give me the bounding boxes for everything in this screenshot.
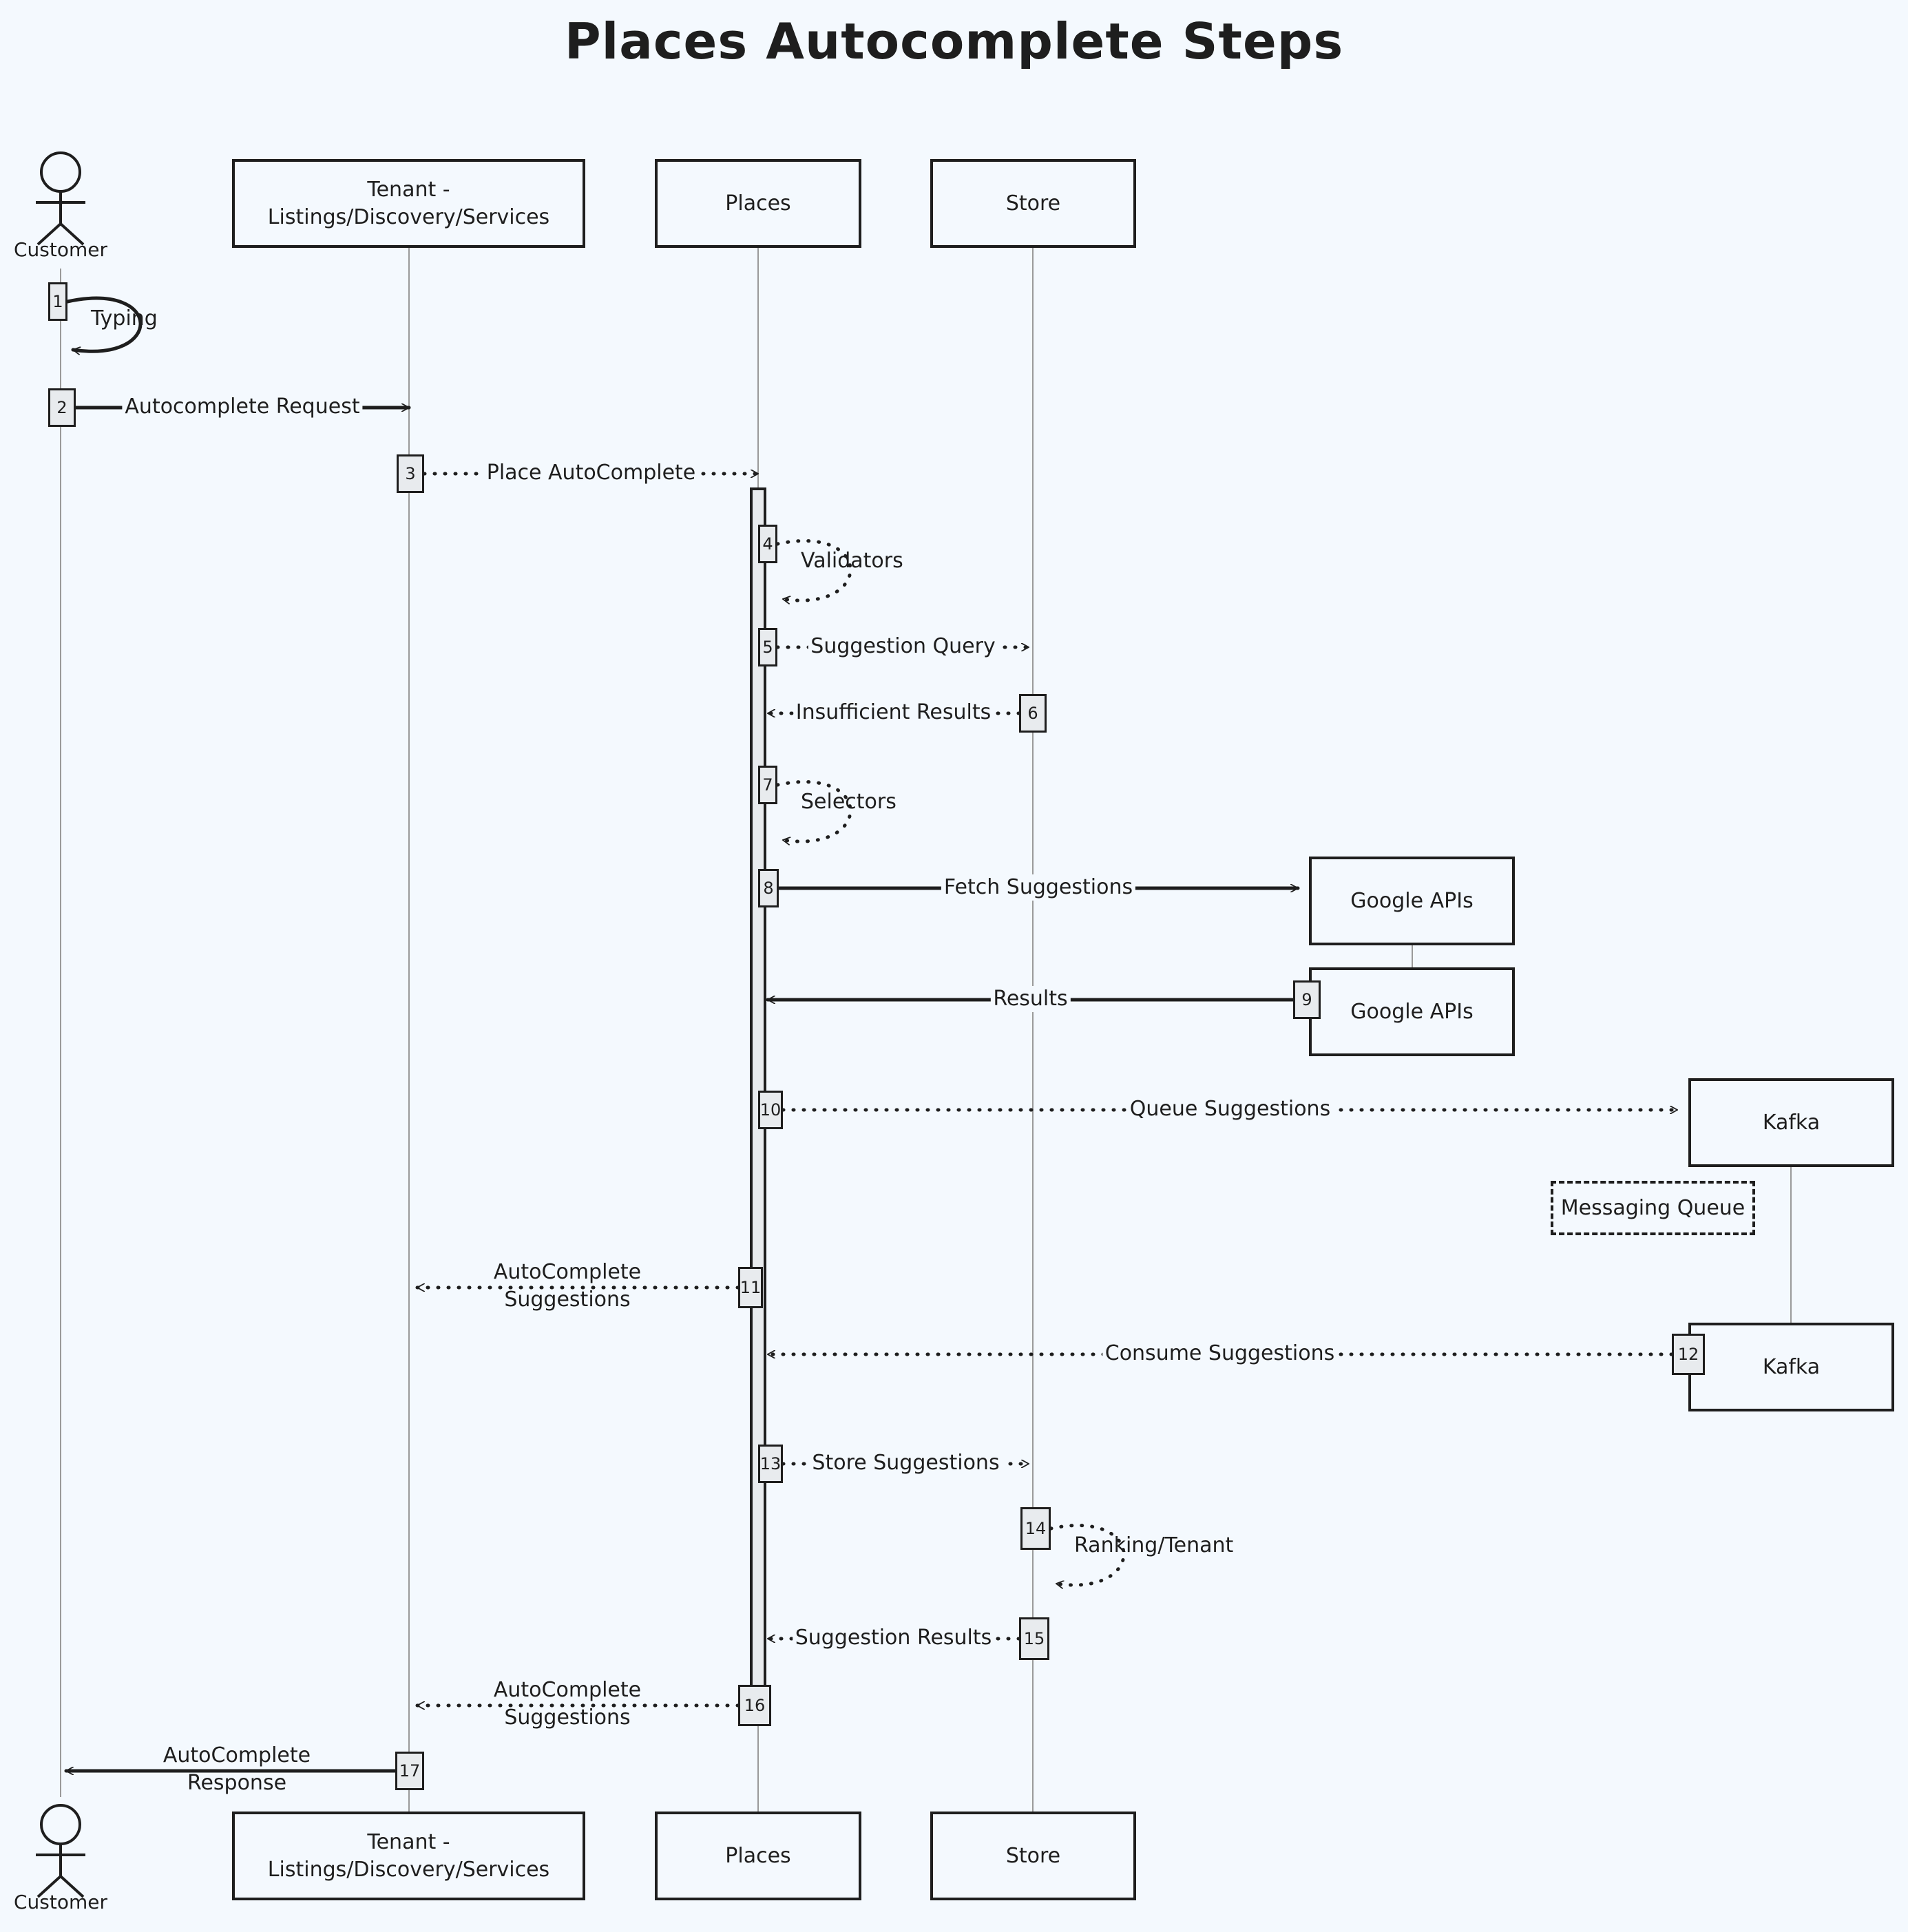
step-number-12: 12 — [1672, 1334, 1705, 1375]
message-label-6: Insufficient Results — [793, 700, 994, 726]
step-number-7: 7 — [758, 766, 777, 804]
participant-tenant-bottom: Tenant - Listings/Discovery/Services — [232, 1812, 585, 1900]
step-number-14: 14 — [1020, 1507, 1051, 1550]
note-label: Messaging Queue — [1560, 1195, 1745, 1220]
message-label-13: Store Suggestions — [809, 1450, 1003, 1476]
participant-google-label: Google APIs — [1350, 888, 1474, 913]
step-number-16: 16 — [738, 1685, 771, 1726]
actor-customer-label-top: Customer — [13, 238, 107, 261]
step-number-1: 1 — [48, 282, 67, 321]
participant-kafka-create: Kafka — [1688, 1078, 1894, 1167]
participant-store-top: Store — [930, 159, 1136, 248]
participant-google-label-2: Google APIs — [1350, 999, 1474, 1024]
customer-actor-icon-top — [36, 151, 85, 246]
step-number-10: 10 — [758, 1091, 783, 1129]
participant-store-bottom: Store — [930, 1812, 1136, 1900]
participant-tenant-label: Tenant - Listings/Discovery/Services — [267, 177, 550, 229]
participant-places-label-bottom: Places — [725, 1843, 791, 1868]
message-label-17: AutoComplete Response — [163, 1743, 311, 1795]
message-label-4: Validators — [801, 549, 903, 573]
message-label-10: Queue Suggestions — [1126, 1096, 1334, 1122]
message-label-16: AutoComplete Suggestions — [493, 1678, 642, 1730]
step-number-13: 13 — [758, 1445, 783, 1483]
step-number-8: 8 — [758, 869, 779, 907]
step-number-5: 5 — [758, 628, 777, 666]
message-label-3: Place AutoComplete — [483, 460, 699, 486]
message-label-11: AutoComplete Suggestions — [493, 1260, 642, 1312]
message-label-5: Suggestion Query — [808, 633, 998, 660]
step-number-4: 4 — [758, 525, 777, 563]
participant-places-top: Places — [655, 159, 861, 248]
participant-tenant-label-bottom: Tenant - Listings/Discovery/Services — [267, 1829, 550, 1882]
lifelines — [60, 248, 1792, 1812]
message-label-2: Autocomplete Request — [122, 394, 363, 420]
actor-customer-label-bottom: Customer — [13, 1891, 107, 1913]
participant-google-create: Google APIs — [1309, 857, 1515, 945]
step-number-9: 9 — [1293, 980, 1321, 1019]
message-label-9: Results — [990, 986, 1071, 1012]
participant-kafka-label: Kafka — [1762, 1110, 1821, 1135]
participant-kafka-end: Kafka — [1688, 1323, 1894, 1411]
message-label-8: Fetch Suggestions — [941, 874, 1136, 901]
step-number-2: 2 — [48, 388, 76, 427]
participant-places-bottom: Places — [655, 1812, 861, 1900]
step-number-15: 15 — [1019, 1617, 1049, 1660]
step-number-11: 11 — [738, 1267, 763, 1308]
participant-google-end: Google APIs — [1309, 967, 1515, 1056]
message-label-12: Consume Suggestions — [1102, 1341, 1338, 1367]
message-label-7: Selectors — [801, 790, 897, 814]
message-label-1: Typing — [91, 306, 158, 330]
step-number-3: 3 — [397, 454, 424, 493]
participant-tenant-top: Tenant - Listings/Discovery/Services — [232, 159, 585, 248]
customer-actor-icon-bottom — [36, 1804, 85, 1898]
participant-kafka-label-2: Kafka — [1762, 1354, 1821, 1379]
step-number-17: 17 — [395, 1752, 424, 1790]
participant-store-label: Store — [1005, 191, 1061, 216]
step-number-6: 6 — [1019, 694, 1047, 733]
participant-places-label: Places — [725, 191, 791, 216]
participant-store-label-bottom: Store — [1005, 1843, 1061, 1868]
note-messaging-queue: Messaging Queue — [1551, 1181, 1755, 1235]
message-label-15: Suggestion Results — [792, 1625, 995, 1651]
message-label-14: Ranking/Tenant — [1074, 1533, 1234, 1557]
